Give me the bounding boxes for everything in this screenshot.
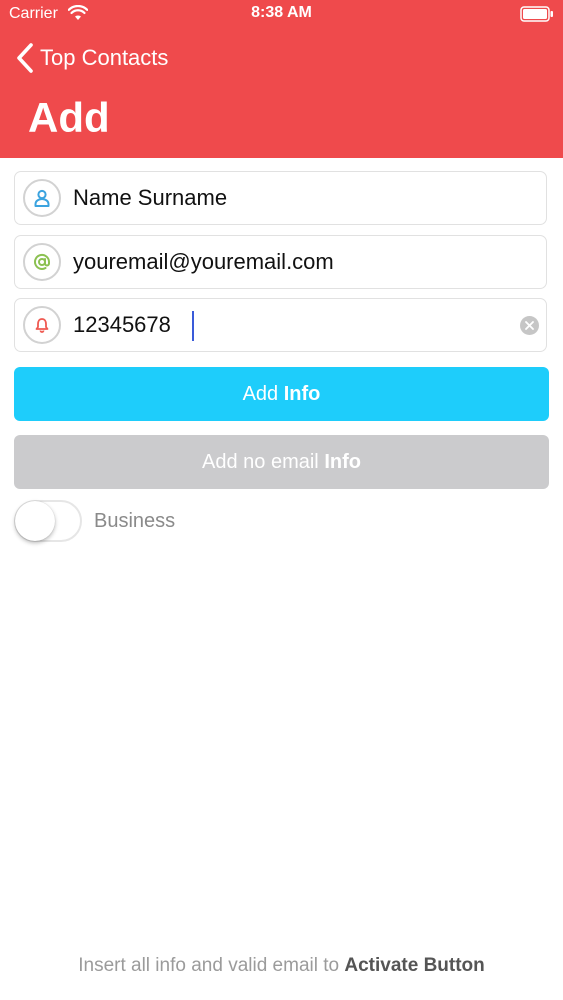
footer-hint-text: Insert all info and valid email to bbox=[78, 955, 340, 976]
battery-icon bbox=[520, 6, 553, 22]
back-button-label: Top Contacts bbox=[40, 45, 169, 70]
footer-hint: Insert all info and valid email to Activ… bbox=[0, 955, 563, 977]
person-icon bbox=[23, 179, 61, 217]
email-input[interactable] bbox=[73, 242, 513, 282]
add-no-email-info-button[interactable]: Add no email Info bbox=[14, 435, 549, 489]
phone-input[interactable] bbox=[73, 305, 513, 345]
name-input[interactable] bbox=[73, 178, 513, 218]
add-info-button[interactable]: Add Info bbox=[14, 367, 549, 421]
clear-icon[interactable] bbox=[520, 316, 539, 335]
name-field[interactable] bbox=[14, 171, 547, 225]
navigation-header: Carrier 8:38 AM Top Contacts Add bbox=[0, 0, 563, 158]
business-toggle[interactable] bbox=[14, 500, 82, 542]
chevron-left-icon bbox=[17, 43, 33, 73]
business-toggle-label: Business bbox=[94, 510, 176, 532]
back-button[interactable]: Top Contacts bbox=[16, 40, 168, 76]
toggle-knob bbox=[15, 501, 55, 541]
add-no-email-info-button-bold: Info bbox=[324, 450, 361, 473]
status-time: 8:38 AM bbox=[251, 4, 312, 21]
footer-hint-bold: Activate Button bbox=[344, 955, 485, 976]
phone-field[interactable] bbox=[14, 298, 547, 352]
add-info-button-bold: Info bbox=[283, 382, 321, 405]
add-no-email-info-button-prefix: Add no email bbox=[202, 450, 319, 473]
add-info-button-prefix: Add bbox=[242, 382, 279, 405]
at-sign-icon bbox=[23, 243, 61, 281]
email-field[interactable] bbox=[14, 235, 547, 289]
text-cursor bbox=[192, 311, 194, 341]
status-bar: Carrier 8:38 AM bbox=[0, 0, 563, 30]
bell-icon bbox=[23, 306, 61, 344]
page-title: Add bbox=[28, 94, 110, 141]
